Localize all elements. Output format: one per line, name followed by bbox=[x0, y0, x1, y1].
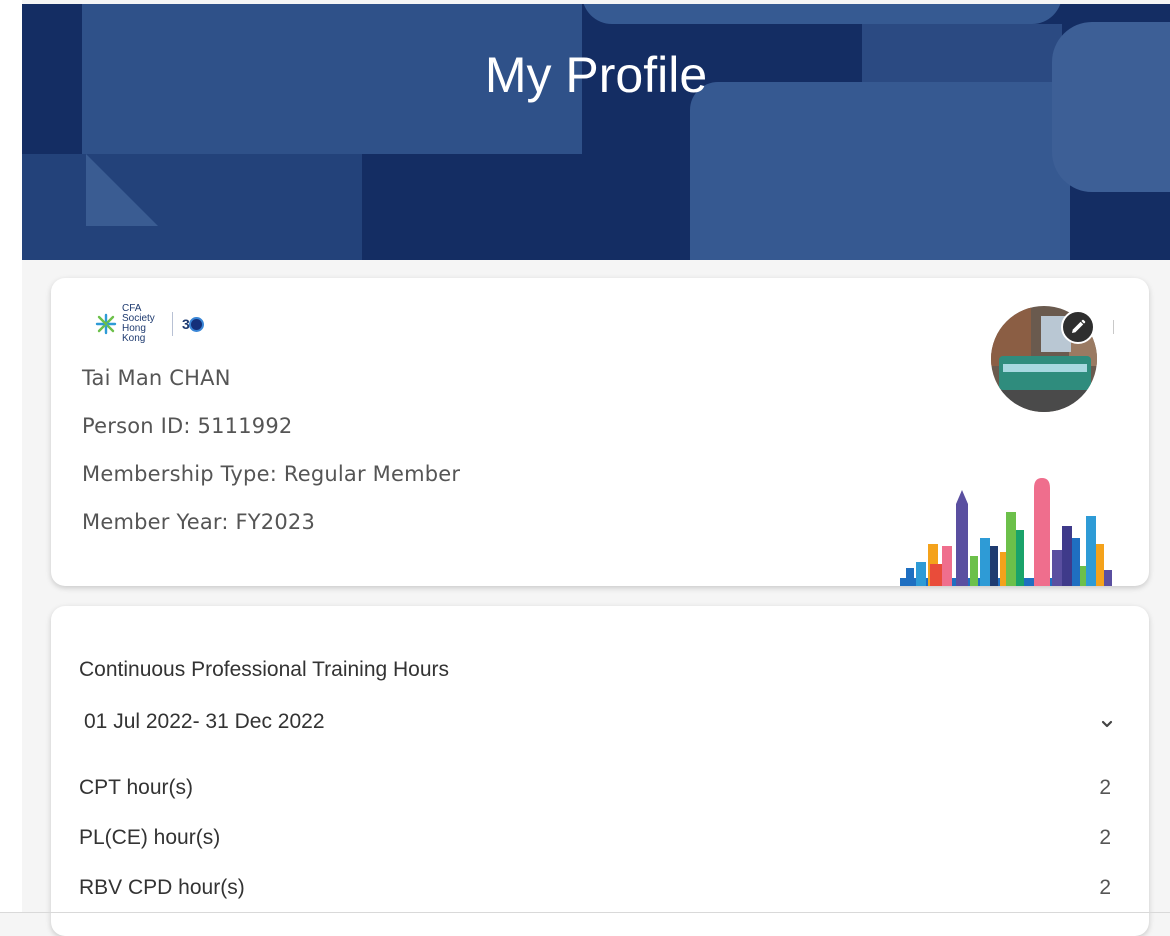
hours-row: RBV CPD hour(s) 2 bbox=[79, 876, 1111, 900]
logo-text: CFA Society Hong Kong bbox=[122, 304, 166, 344]
member-name: Tai Man CHAN bbox=[82, 366, 231, 390]
edit-avatar-button[interactable] bbox=[1061, 310, 1095, 344]
page-title: My Profile bbox=[484, 47, 708, 103]
hours-label: RBV CPD hour(s) bbox=[79, 876, 245, 899]
banner-shape bbox=[22, 154, 362, 260]
banner-shape bbox=[582, 4, 1062, 24]
banner-shape bbox=[690, 82, 1070, 260]
person-id: Person ID: 5111992 bbox=[82, 414, 293, 438]
cpt-section-title: Continuous Professional Training Hours bbox=[79, 658, 450, 681]
avatar-tram-windows bbox=[1003, 364, 1087, 372]
profile-page: My Profile CFA Society Hong Kong 3 Tai M… bbox=[0, 0, 1170, 936]
cpt-hours-card: Continuous Professional Training Hours 0… bbox=[51, 606, 1149, 936]
hours-label: CPT hour(s) bbox=[79, 776, 193, 799]
period-selector-value[interactable]: 01 Jul 2022- 31 Dec 2022 bbox=[84, 710, 325, 734]
hours-value: 2 bbox=[1099, 876, 1111, 899]
logo-org-line2: Hong Kong bbox=[122, 323, 146, 344]
chevron-down-icon[interactable] bbox=[1097, 714, 1117, 734]
hong-kong-skyline-icon bbox=[900, 478, 1112, 586]
pencil-icon bbox=[1072, 319, 1086, 333]
avatar-tram bbox=[999, 356, 1091, 390]
membership-type: Membership Type: Regular Member bbox=[82, 462, 461, 486]
member-year: Member Year: FY2023 bbox=[82, 510, 316, 534]
avatar-road bbox=[991, 390, 1097, 412]
banner-triangle bbox=[86, 154, 158, 226]
header-banner: My Profile bbox=[22, 4, 1170, 260]
hours-label: PL(CE) hour(s) bbox=[79, 826, 221, 849]
anniversary-dot-icon bbox=[188, 316, 204, 332]
cfa-society-logo: CFA Society Hong Kong 3 bbox=[95, 304, 204, 344]
logo-org-line1: CFA Society bbox=[122, 303, 155, 324]
left-margin bbox=[0, 0, 22, 913]
hours-value: 2 bbox=[1099, 826, 1111, 849]
logo-divider bbox=[172, 312, 173, 336]
cfa-society-logo-icon bbox=[95, 313, 117, 335]
hours-row: PL(CE) hour(s) 2 bbox=[79, 826, 1111, 850]
profile-card: CFA Society Hong Kong 3 Tai Man CHAN Per… bbox=[51, 278, 1149, 586]
edit-indicator bbox=[1113, 320, 1114, 334]
hours-value: 2 bbox=[1099, 776, 1111, 799]
anniversary-badge: 3 bbox=[182, 316, 204, 332]
hours-row: CPT hour(s) 2 bbox=[79, 776, 1111, 800]
